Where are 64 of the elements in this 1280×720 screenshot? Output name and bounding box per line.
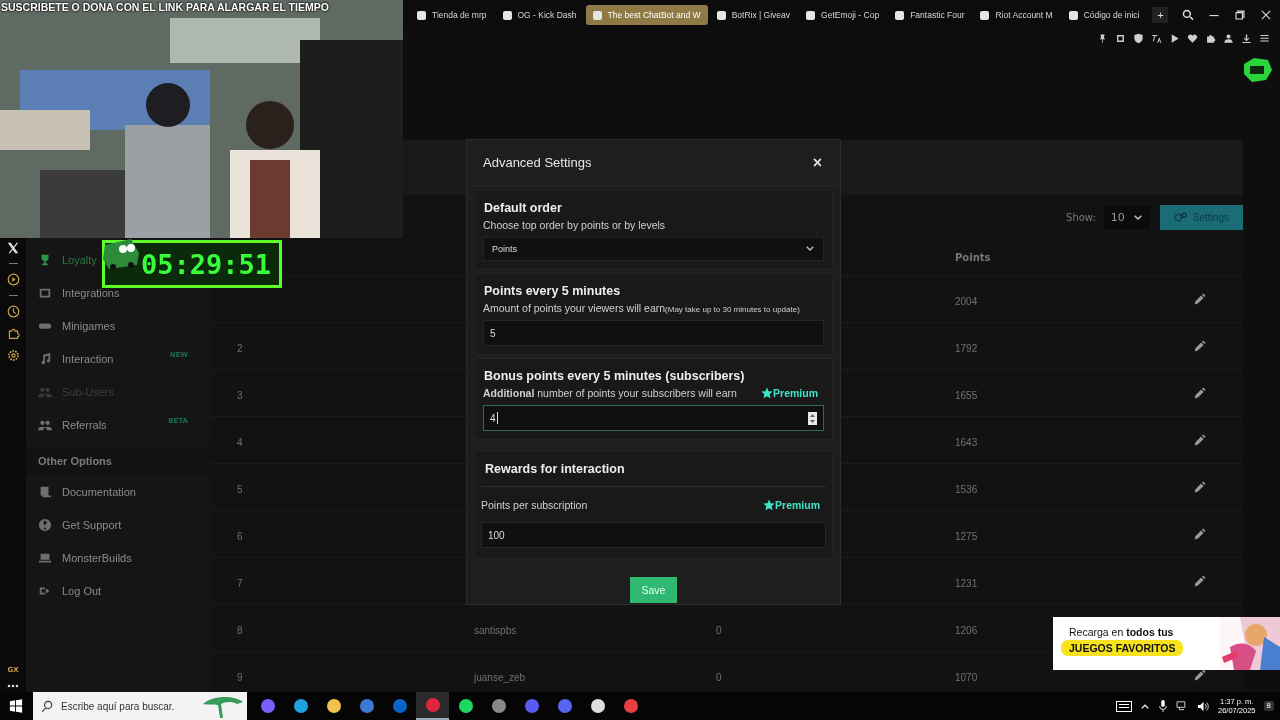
banner-text: Recarga en todos tus	[1068, 626, 1174, 638]
input-field[interactable]: 5	[483, 320, 824, 346]
section-heading: Bonus points every 5 minutes (subscribers)	[483, 369, 746, 383]
close-button[interactable]: ×	[810, 153, 824, 172]
browser-tab[interactable]: GetEmoji - Cop	[799, 5, 887, 25]
points-cell: 1655	[955, 389, 978, 401]
section-description: Amount of points your viewers will earn(May take up to 30 minutes to update)	[483, 302, 800, 314]
section-heading: Points every 5 minutes	[483, 284, 622, 298]
rank-cell: 2	[237, 342, 243, 354]
premium-label: Premium	[763, 499, 826, 511]
username-cell: juanse_zeb	[474, 671, 526, 683]
browser-tab[interactable]: BotRix | Giveav	[709, 5, 798, 25]
field-label: Points per subscription	[481, 499, 588, 511]
points-cell: 1275	[955, 530, 978, 542]
sidebar-item[interactable]: Integrations	[38, 285, 120, 300]
username-cell: santispbs	[474, 624, 517, 636]
points-cell: 1643	[955, 436, 978, 448]
new-tab-button[interactable]: +	[1152, 7, 1169, 23]
ad-banner[interactable]: Recarga en todos tus JUEGOS FAVORITOS	[1053, 617, 1280, 670]
points-cell: 1231	[955, 577, 978, 589]
column-header: Points	[955, 252, 992, 263]
rank-cell: 5	[237, 483, 243, 495]
browser-tab[interactable]: Tienda de mrp	[410, 5, 494, 25]
sidebar-item[interactable]: Interaction	[38, 351, 114, 366]
rank-cell: 4	[237, 436, 243, 448]
sidebar-item[interactable]: Referrals	[38, 417, 107, 432]
browser-tab[interactable]: OG - Kick Dash	[495, 5, 584, 25]
sidebar-item[interactable]: Minigames	[38, 318, 116, 333]
premium-label: Premium	[761, 387, 824, 399]
section-heading: Default order	[483, 201, 563, 215]
show-label: Show:	[1066, 212, 1096, 223]
section-heading: Rewards for interaction	[481, 462, 826, 487]
rank-cell: 7	[237, 577, 243, 589]
browser-tab[interactable]: Fantastic Four	[888, 5, 972, 25]
points-cell: 1536	[955, 483, 978, 495]
sidebar-item[interactable]: MonsterBuilds	[38, 550, 132, 565]
page-size-select[interactable]: 10	[1103, 206, 1150, 229]
rank-cell: 8	[237, 624, 243, 636]
browser-tab[interactable]: Riot Account M	[973, 5, 1060, 25]
dialog-title: Advanced Settings	[483, 155, 592, 170]
browser-tab[interactable]: Código de inici	[1061, 5, 1147, 25]
sidebar-item[interactable]: Documentation	[38, 484, 136, 499]
rank-cell: 9	[237, 671, 243, 683]
rank-cell: 3	[237, 389, 243, 401]
input-field[interactable]: 4	[483, 405, 824, 431]
table-cell: 0	[716, 624, 722, 636]
points-cell: 1792	[955, 342, 978, 354]
search-field[interactable]: Escribe aquí para buscar.	[33, 692, 247, 720]
sidebar-item[interactable]: Get Support	[38, 517, 122, 532]
order-select[interactable]: Points	[483, 237, 824, 261]
sidebar-item[interactable]: Loyalty	[38, 252, 97, 267]
section-description: Choose top order by points or by levels	[483, 219, 667, 231]
countdown-timer: 05:29:51	[102, 240, 282, 288]
banner-headline: JUEGOS FAVORITOS	[1061, 640, 1184, 656]
rank-cell: 6	[237, 530, 243, 542]
browser-tab[interactable]: The best ChatBot and W	[585, 5, 708, 25]
table-cell: 0	[716, 671, 722, 683]
section-description: Additional number of points your subscribers will earn	[483, 387, 737, 399]
points-cell: 1070	[955, 671, 978, 683]
stream-caption: SUSCRIBETE O DONA CON EL LINK PARA ALARGAR EL TIEMPO	[0, 0, 329, 13]
points-cell: 1206	[955, 624, 978, 636]
input-field[interactable]: 100	[481, 522, 826, 548]
sidebar-item[interactable]: Log Out	[38, 583, 102, 598]
points-cell: 2004	[955, 295, 978, 307]
